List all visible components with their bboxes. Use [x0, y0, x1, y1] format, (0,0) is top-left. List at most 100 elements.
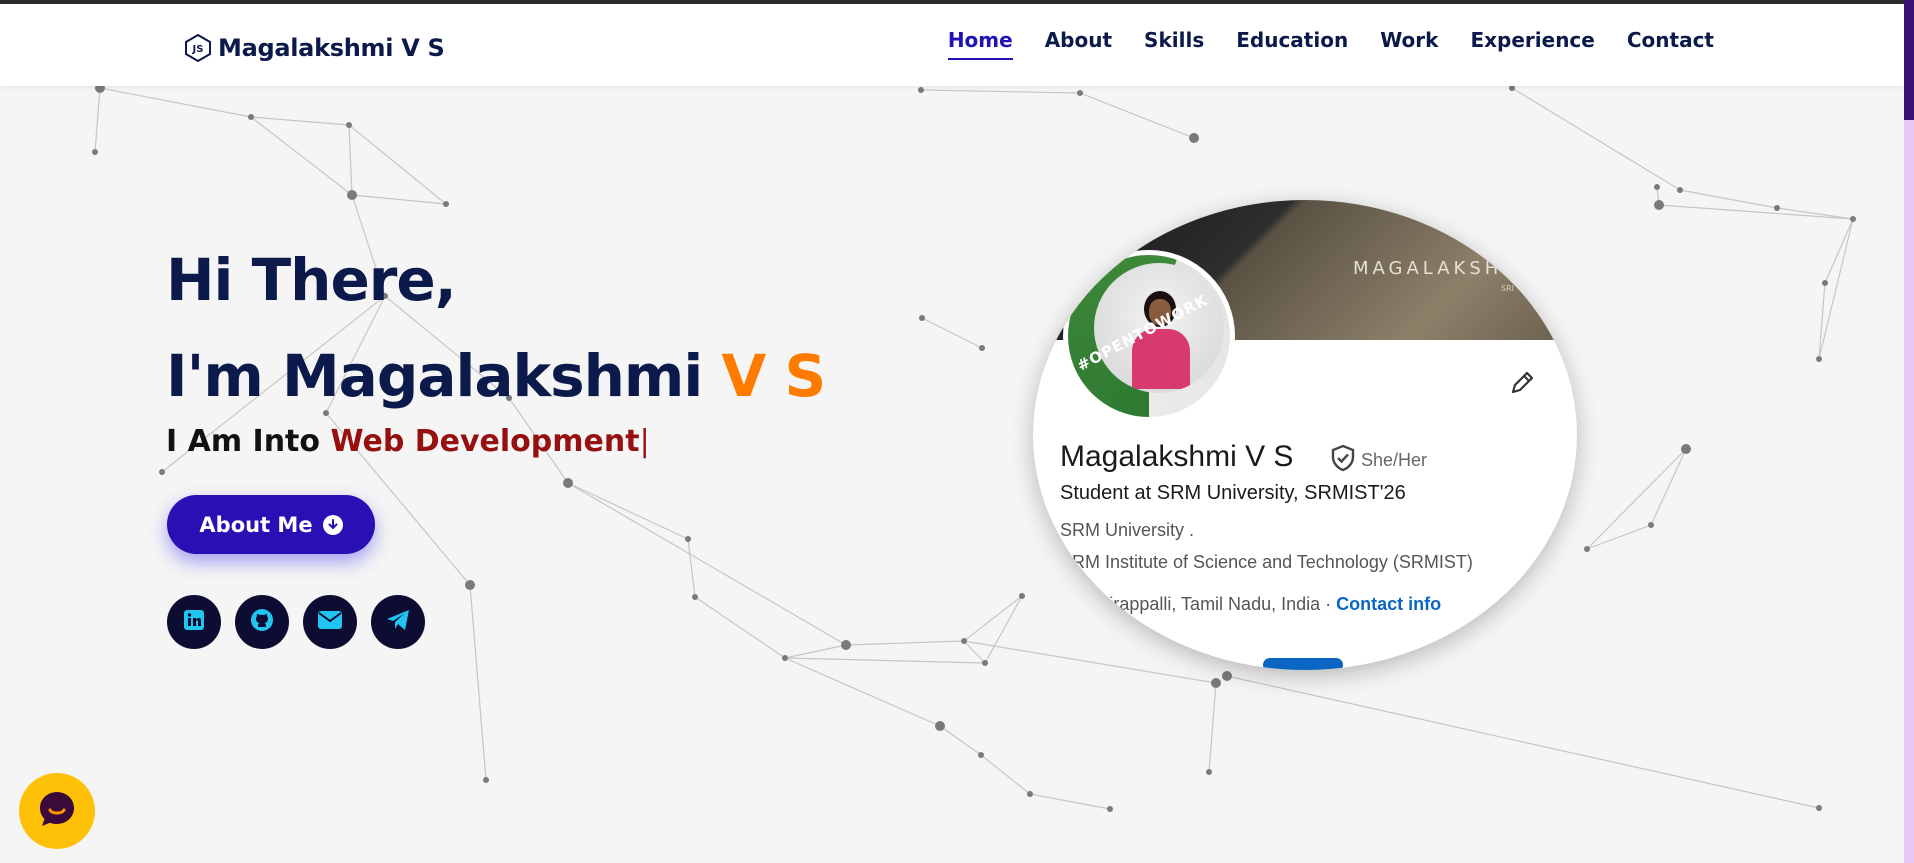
particle-node: [1027, 791, 1033, 797]
particle-link: [1208, 682, 1217, 773]
particle-node: [782, 655, 788, 661]
pronouns: She/Her: [1361, 450, 1428, 470]
particle-link: [1586, 524, 1652, 550]
pencil-icon: [1507, 368, 1537, 398]
verified-shield-icon: [1329, 444, 1357, 472]
chat-widget-button[interactable]: [19, 773, 95, 849]
particle-link: [1029, 793, 1111, 810]
contact-info-link: Contact info: [1336, 594, 1442, 614]
chat-icon: [37, 789, 77, 833]
linkedin-button[interactable]: [167, 595, 221, 649]
particle-node: [1850, 216, 1856, 222]
particle-node: [1222, 671, 1232, 681]
particle-node: [978, 752, 984, 758]
github-button[interactable]: [235, 595, 289, 649]
particle-node: [1681, 444, 1691, 454]
particle-link: [963, 595, 1023, 642]
about-me-button[interactable]: About Me: [167, 495, 375, 554]
particle-node: [1654, 200, 1664, 210]
particle-link: [1650, 448, 1687, 526]
nav-work[interactable]: Work: [1380, 28, 1438, 60]
particle-link: [351, 194, 447, 205]
brand-link[interactable]: JS Magalakshmi V S: [184, 28, 445, 68]
particle-link: [694, 596, 786, 659]
particle-link: [784, 644, 847, 659]
particle-node: [1077, 90, 1083, 96]
nav-links: Home About Skills Education Work Experie…: [947, 28, 1714, 60]
banner-text: MAGALAKSHMI: [1353, 258, 1532, 279]
particle-node: [465, 580, 475, 590]
linkedin-icon: [183, 609, 205, 635]
particle-node: [483, 777, 489, 783]
particle-node: [92, 149, 98, 155]
particle-node: [979, 345, 985, 351]
nav-about[interactable]: About: [1045, 28, 1112, 60]
particle-link: [567, 482, 689, 540]
particle-link: [1079, 92, 1195, 139]
brand-name: Magalakshmi V S: [218, 34, 445, 62]
particle-link: [94, 87, 101, 153]
particle-node: [1019, 593, 1025, 599]
particle-link: [348, 124, 353, 196]
svg-text:JS: JS: [192, 44, 204, 55]
nav-education[interactable]: Education: [1236, 28, 1348, 60]
particle-link: [984, 595, 1023, 664]
profile-image: MAGALAKSHMI SRI #OPENTOWORK Magalakshmi …: [1033, 200, 1577, 670]
location-text: Tiruchirappalli, Tamil Nadu, India ·: [1060, 594, 1337, 614]
particle-link: [469, 584, 487, 781]
particle-link: [845, 640, 965, 646]
navbar: JS Magalakshmi V S Home About Skills Edu…: [0, 4, 1904, 86]
particle-link: [1824, 218, 1854, 284]
hero-greeting: Hi There,: [166, 246, 457, 314]
particle-link: [250, 116, 350, 126]
scrollbar-thumb[interactable]: [1904, 0, 1914, 120]
particle-node: [841, 640, 851, 650]
particle-node: [563, 478, 573, 488]
particle-node: [982, 660, 988, 666]
hero-title: Hi There, I'm Magalakshmi V S: [166, 232, 826, 424]
particle-link: [348, 124, 447, 205]
nav-home[interactable]: Home: [947, 28, 1013, 60]
nav-experience[interactable]: Experience: [1470, 28, 1594, 60]
typed-word: Web Development: [330, 424, 640, 459]
particle-node: [248, 114, 254, 120]
particle-node: [918, 87, 924, 93]
particle-node: [685, 536, 691, 542]
about-me-label: About Me: [199, 512, 313, 537]
particle-node: [1584, 546, 1590, 552]
particle-node: [919, 315, 925, 321]
arrow-circle-down-icon: [322, 514, 343, 535]
particle-link: [1586, 448, 1687, 550]
particle-link: [1658, 204, 1854, 220]
github-icon: [250, 608, 274, 636]
telegram-icon: [386, 609, 410, 635]
particle-node: [1822, 280, 1828, 286]
particle-link: [784, 657, 941, 727]
nodejs-icon: JS: [184, 34, 212, 62]
profile-name: Magalakshmi V S: [1060, 440, 1294, 473]
particle-node: [1774, 205, 1780, 211]
typed-text-line: I Am Into Web Development|: [166, 424, 650, 459]
nav-contact[interactable]: Contact: [1627, 28, 1714, 60]
typed-prefix: I Am Into: [166, 424, 331, 459]
particle-node: [1816, 805, 1822, 811]
hero-intro-accent: V S: [721, 342, 826, 410]
particle-link: [567, 482, 847, 646]
typed-cursor: |: [639, 424, 650, 459]
particle-link: [1226, 675, 1820, 809]
particle-node: [1211, 678, 1221, 688]
particle-link: [1511, 87, 1681, 191]
particle-node: [159, 469, 165, 475]
avatar: #OPENTOWORK: [1068, 255, 1230, 417]
email-button[interactable]: [303, 595, 357, 649]
particle-node: [1107, 806, 1113, 812]
hero-intro: I'm Magalakshmi: [166, 342, 722, 410]
particle-link: [99, 87, 252, 118]
social-links: [167, 595, 425, 649]
page-scrollbar[interactable]: [1904, 0, 1914, 863]
profile-connections: connections: [1060, 630, 1161, 649]
nav-skills[interactable]: Skills: [1144, 28, 1204, 60]
telegram-button[interactable]: [371, 595, 425, 649]
particle-node: [1677, 187, 1683, 193]
particle-node: [347, 190, 357, 200]
